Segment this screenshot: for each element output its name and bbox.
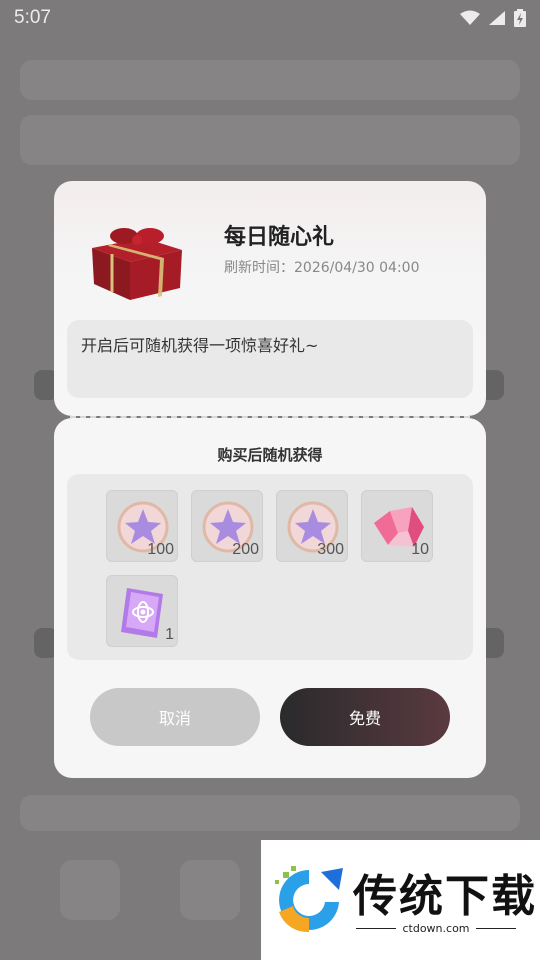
brand-url-row: ctdown.com bbox=[356, 922, 516, 935]
wifi-icon bbox=[460, 10, 480, 25]
reward-count: 200 bbox=[232, 541, 259, 558]
purple-card-icon bbox=[121, 588, 163, 638]
signal-icon bbox=[489, 11, 505, 25]
reward-count: 10 bbox=[411, 541, 429, 558]
brand-url: ctdown.com bbox=[402, 922, 470, 935]
reward-item[interactable]: 100 bbox=[106, 490, 178, 562]
reward-count: 100 bbox=[147, 541, 174, 558]
refresh-time-row: 刷新时间：2026/04/30 04:00 bbox=[224, 257, 420, 277]
background-header bbox=[20, 60, 520, 100]
background-tile bbox=[60, 860, 120, 920]
dialog-title: 每日随心礼 bbox=[224, 225, 335, 250]
description-box: 开启后可随机获得一项惊喜好礼~ bbox=[67, 320, 473, 398]
background-tab-row bbox=[20, 795, 520, 831]
refresh-label: 刷新时间： bbox=[224, 260, 294, 276]
battery-charging-icon bbox=[514, 9, 526, 27]
status-bar: 5:07 bbox=[0, 0, 540, 36]
section-title: 购买后随机获得 bbox=[217, 446, 323, 464]
refresh-time: 2026/04/30 04:00 bbox=[294, 260, 420, 276]
reward-grid: 100 200 300 10 1 bbox=[67, 474, 473, 660]
reward-item[interactable]: 1 bbox=[106, 575, 178, 647]
watermark-banner: 传统下载 ctdown.com bbox=[261, 840, 540, 960]
reward-item[interactable]: 10 bbox=[361, 490, 433, 562]
status-icons bbox=[460, 9, 526, 27]
reward-count: 1 bbox=[165, 626, 174, 643]
free-claim-button[interactable]: 免费 bbox=[280, 688, 450, 746]
reward-item[interactable]: 200 bbox=[191, 490, 263, 562]
divider bbox=[356, 928, 397, 929]
brand-name: 传统下载 bbox=[353, 871, 537, 922]
divider bbox=[475, 928, 516, 929]
status-time: 5:07 bbox=[14, 7, 51, 28]
brand-logo-icon bbox=[275, 866, 343, 933]
background-tile bbox=[180, 860, 240, 920]
gift-box-icon bbox=[92, 228, 182, 300]
background-title-block bbox=[20, 115, 520, 165]
reward-item[interactable]: 300 bbox=[276, 490, 348, 562]
description-text: 开启后可随机获得一项惊喜好礼~ bbox=[81, 336, 319, 355]
cancel-button[interactable]: 取消 bbox=[90, 688, 260, 746]
reward-count: 300 bbox=[317, 541, 344, 558]
